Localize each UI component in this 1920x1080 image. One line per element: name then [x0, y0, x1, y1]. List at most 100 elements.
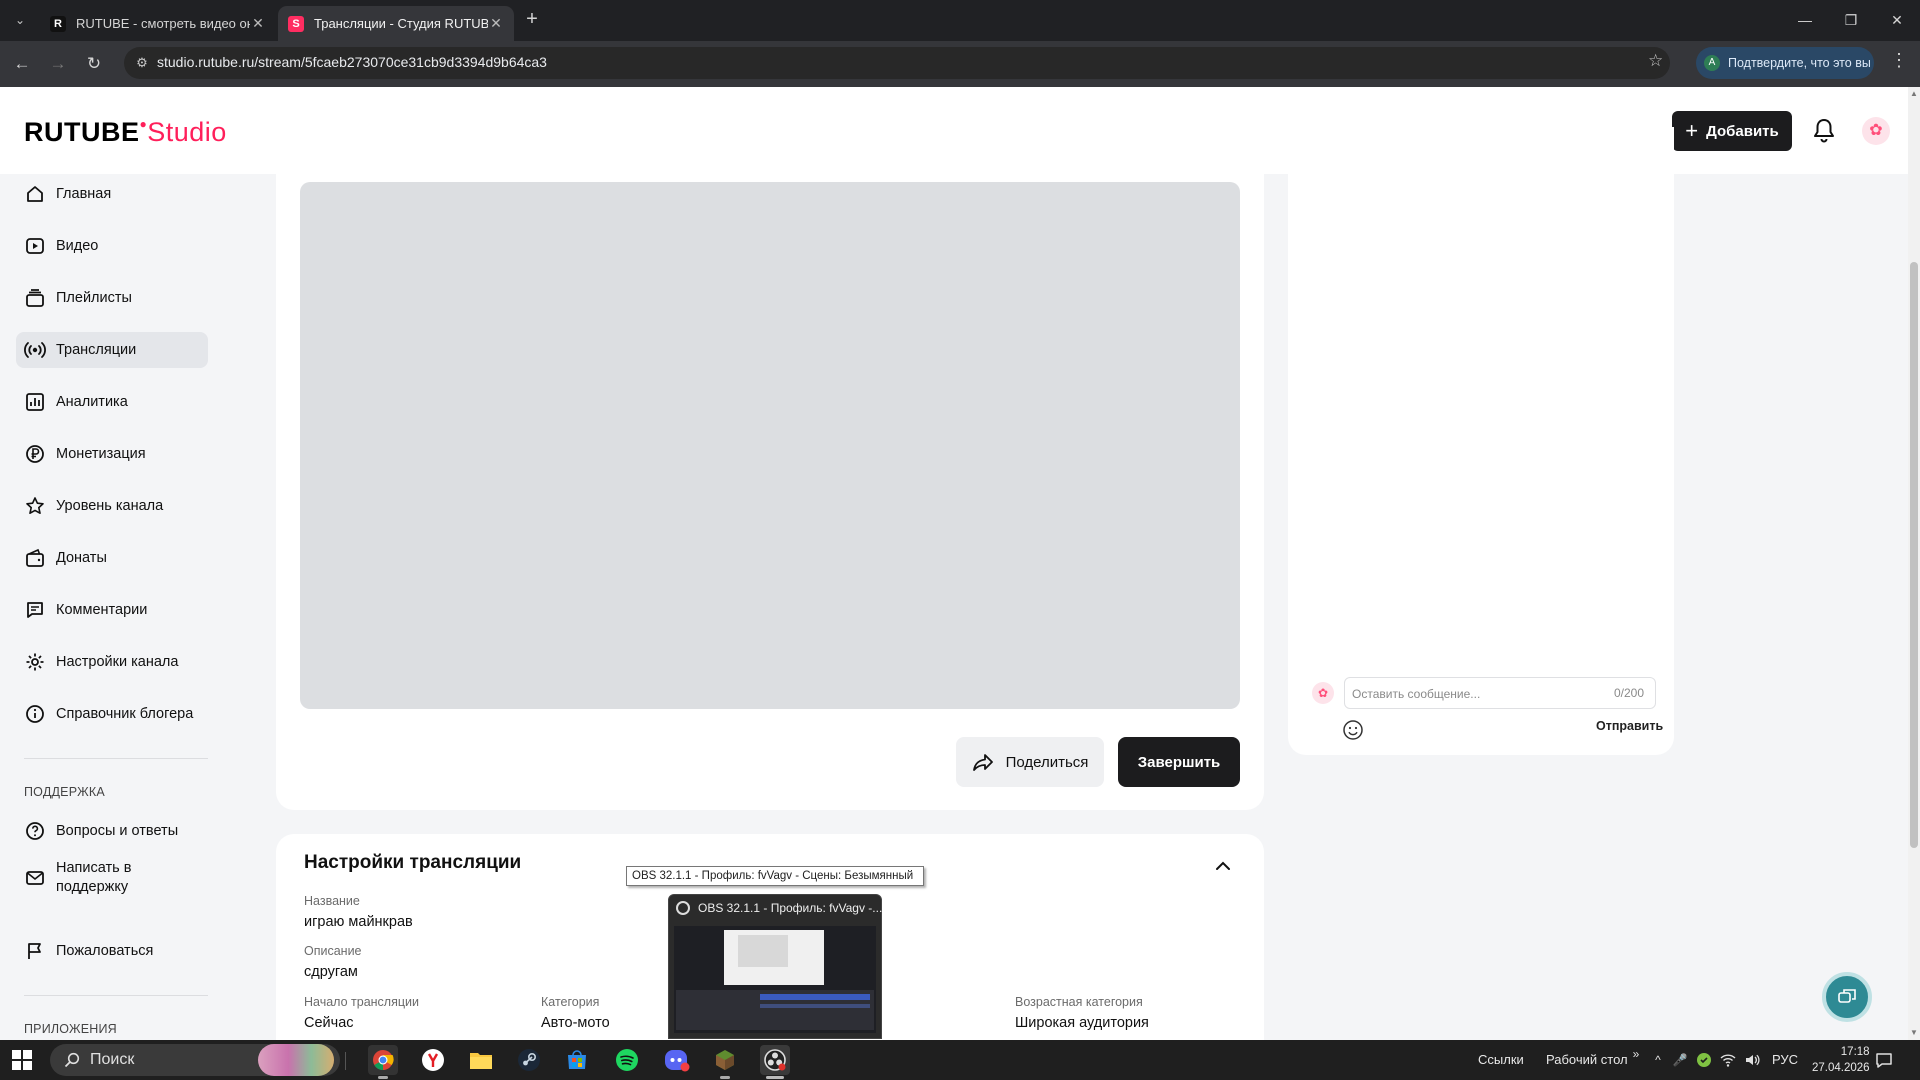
obs-taskbar-icon[interactable] [760, 1045, 790, 1079]
sidebar-item-analytics[interactable]: Аналитика [16, 384, 208, 420]
sidebar-item-broadcasts[interactable]: Трансляции [16, 332, 208, 368]
chrome-taskbar-icon[interactable] [368, 1045, 398, 1079]
comment-icon [24, 599, 46, 621]
clock-time: 17:18 [1840, 1046, 1870, 1058]
windows-start-icon[interactable] [12, 1050, 32, 1070]
page-content: RUTUBE●Studio + Добавить ✿ Главная Видео… [0, 87, 1908, 1040]
sidebar-item-label: Аналитика [56, 394, 128, 410]
emoji-icon[interactable] [1342, 719, 1364, 741]
discord-taskbar-icon[interactable] [662, 1045, 692, 1075]
profile-chip-label: Подтвердите, что это вы [1728, 56, 1871, 70]
sidebar-item-channel-settings[interactable]: Настройки канала [16, 644, 208, 680]
show-hidden-icons-icon[interactable]: ^ [1650, 1052, 1666, 1068]
sidebar-item-contact-support[interactable]: Написать в поддержку [16, 853, 208, 903]
tab-rutube-studio[interactable]: S Трансляции - Студия RUTUBE ✕ [278, 6, 514, 41]
close-tab-icon[interactable]: ✕ [488, 15, 504, 32]
links-toolbar[interactable]: Ссылки [1478, 1052, 1524, 1067]
scroll-down-arrow[interactable]: ▼ [1910, 1028, 1918, 1037]
yandex-icon [422, 1049, 444, 1071]
folder-icon [470, 1053, 492, 1069]
reload-button[interactable]: ↻ [80, 50, 108, 78]
tab-title: RUTUBE - смотреть видео онлайн [76, 16, 250, 31]
scrollbar-thumb[interactable] [1910, 262, 1918, 848]
back-button[interactable]: ← [8, 50, 36, 78]
scroll-up-arrow[interactable]: ▲ [1910, 89, 1918, 98]
site-info-icon[interactable]: ⚙ [132, 53, 152, 73]
add-button[interactable]: + Добавить [1672, 111, 1792, 151]
plus-icon: + [1685, 118, 1699, 143]
microphone-icon[interactable]: 🎤 [1672, 1052, 1688, 1068]
share-button[interactable]: Поделиться [956, 737, 1104, 787]
wallet-icon [24, 547, 46, 569]
broadcast-icon [24, 339, 46, 361]
obs-icon [676, 901, 690, 915]
support-section-title: ПОДДЕРЖКА [24, 785, 105, 799]
minecraft-taskbar-icon[interactable] [710, 1045, 740, 1079]
sidebar-item-blogger-guide[interactable]: Справочник блогера [16, 696, 208, 732]
profile-verify-chip[interactable]: A Подтвердите, что это вы [1696, 47, 1874, 79]
sidebar-divider [24, 995, 208, 996]
tab-title: Трансляции - Студия RUTUBE [314, 16, 488, 31]
file-explorer-taskbar-icon[interactable] [466, 1045, 496, 1075]
sidebar-item-donations[interactable]: Донаты [16, 540, 208, 576]
bookmark-star-icon[interactable]: ☆ [1648, 51, 1663, 71]
analytics-icon [24, 391, 46, 413]
microsoft-store-taskbar-icon[interactable] [562, 1045, 592, 1075]
steam-taskbar-icon[interactable] [514, 1045, 544, 1075]
user-avatar[interactable]: ✿ [1862, 117, 1890, 145]
logo-main-text: RUTUBE [24, 117, 140, 147]
rutube-studio-logo[interactable]: RUTUBE●Studio [24, 117, 227, 148]
sidebar-item-home[interactable]: Главная [16, 176, 208, 212]
profile-avatar: A [1704, 55, 1720, 71]
stream-preview-player[interactable] [300, 182, 1240, 709]
chat-placeholder: Оставить сообщение... [1352, 687, 1481, 701]
sidebar-item-playlists[interactable]: Плейлисты [16, 280, 208, 316]
playlist-icon [24, 287, 46, 309]
url-text[interactable]: studio.rutube.ru/stream/5fcaeb273070ce31… [157, 54, 547, 70]
chat-char-counter: 0/200 [1614, 686, 1645, 700]
search-highlight-image [258, 1044, 334, 1076]
tab-rutube[interactable]: R RUTUBE - смотреть видео онлайн ✕ [40, 6, 276, 41]
forward-button[interactable]: → [44, 50, 72, 78]
obs-preview-title: OBS 32.1.1 - Профиль: fvVagv -... [676, 901, 882, 915]
notification-center-icon[interactable] [1874, 1050, 1894, 1070]
yandex-browser-taskbar-icon[interactable] [418, 1045, 448, 1075]
sidebar-item-label: Написать в поддержку [56, 860, 132, 895]
chat-user-avatar: ✿ [1312, 682, 1334, 704]
system-clock[interactable]: 17:18 27.04.2026 [1812, 1044, 1870, 1076]
new-tab-button[interactable]: + [520, 8, 544, 32]
finish-stream-button[interactable]: Завершить [1118, 737, 1240, 787]
close-window-button[interactable]: ✕ [1874, 0, 1920, 41]
sidebar-item-video[interactable]: Видео [16, 228, 208, 264]
star-icon [24, 495, 46, 517]
sidebar-item-comments[interactable]: Комментарии [16, 592, 208, 628]
desktop-toolbar[interactable]: Рабочий стол [1546, 1052, 1628, 1067]
close-tab-icon[interactable]: ✕ [250, 15, 266, 32]
spotify-icon [616, 1049, 638, 1071]
store-icon [568, 1050, 586, 1069]
notifications-bell-icon[interactable] [1812, 117, 1836, 143]
security-status-icon[interactable] [1696, 1052, 1712, 1068]
obs-preview-mixer [760, 994, 870, 1000]
sidebar-item-faq[interactable]: Вопросы и ответы [16, 813, 208, 849]
support-chat-button[interactable] [1822, 972, 1872, 1022]
settings-title: Настройки трансляции [304, 852, 522, 873]
chat-send-button[interactable]: Отправить [1596, 719, 1663, 733]
sidebar-item-monetization[interactable]: Монетизация [16, 436, 208, 472]
browser-menu-icon[interactable]: ⋮ [1890, 50, 1908, 71]
sidebar-item-channel-level[interactable]: Уровень канала [16, 488, 208, 524]
wifi-icon[interactable] [1720, 1052, 1736, 1068]
search-label: Поиск [90, 1051, 135, 1068]
toolbar-overflow-icon[interactable]: » [1628, 1046, 1644, 1062]
sidebar-divider [24, 758, 208, 759]
mail-icon [24, 867, 46, 889]
sidebar-item-report[interactable]: Пожаловаться [16, 933, 208, 969]
chevron-up-icon[interactable] [1214, 857, 1232, 875]
minimize-window-button[interactable]: — [1782, 0, 1828, 41]
volume-icon[interactable] [1744, 1052, 1760, 1068]
spotify-taskbar-icon[interactable] [612, 1045, 642, 1075]
tab-search-button[interactable]: ⌄ [8, 8, 32, 32]
obs-icon [764, 1049, 786, 1071]
restore-window-button[interactable]: ❐ [1828, 0, 1874, 41]
input-language[interactable]: РУС [1772, 1052, 1798, 1067]
